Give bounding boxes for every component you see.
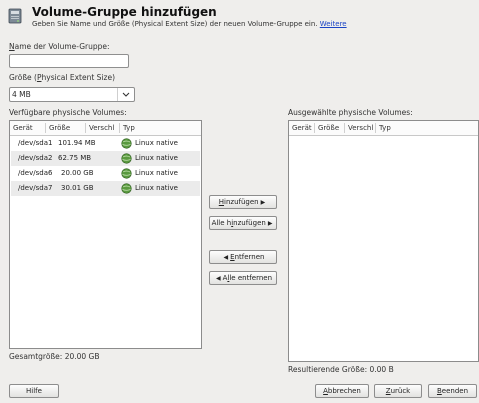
pe-size-label-rest: hysical Extent Size) [41, 73, 116, 82]
total-size-label: Gesamtgröße: 20.00 GB [9, 352, 100, 361]
pe-size-select[interactable]: 4 MB [9, 87, 135, 102]
pe-size-label-pre: Größe ( [9, 73, 37, 82]
linux-partition-icon [121, 183, 132, 194]
type-cell: Linux native [135, 139, 178, 147]
column-header-device[interactable]: Gerät [13, 124, 33, 132]
name-label: Name der Volume-Gruppe: [9, 42, 110, 51]
arrow-right-icon: ▶ [260, 198, 266, 206]
volume-group-name-input[interactable] [9, 54, 129, 68]
device-cell: /dev/sda7 [18, 184, 53, 192]
arrow-right-icon: ▶ [267, 219, 273, 227]
linux-partition-icon [121, 153, 132, 164]
type-cell: Linux native [135, 169, 178, 177]
available-table-header: Gerät Größe Verschl Typ [10, 121, 201, 136]
page-subtitle: Geben Sie Name und Größe (Physical Exten… [32, 20, 347, 28]
help-button[interactable]: Hilfe [9, 384, 59, 398]
column-header-type[interactable]: Typ [375, 123, 391, 133]
subtitle-text: Geben Sie Name und Größe (Physical Exten… [32, 20, 318, 28]
page-title: Volume-Gruppe hinzufügen [32, 5, 217, 19]
size-cell: 101.94 MB [58, 139, 96, 147]
back-button[interactable]: Zurück [374, 384, 422, 398]
column-header-type[interactable]: Typ [119, 123, 135, 133]
name-label-rest: ame der Volume-Gruppe: [14, 42, 110, 51]
column-header-size[interactable]: Größe [314, 123, 339, 133]
add-button[interactable]: Hinzufügen ▶ [209, 195, 277, 209]
type-cell: Linux native [135, 154, 178, 162]
finish-rest: eenden [441, 387, 469, 395]
back-rest: urück [390, 387, 411, 395]
column-header-size[interactable]: Größe [45, 123, 70, 133]
device-cell: /dev/sda2 [18, 154, 53, 162]
finish-button[interactable]: Beenden [428, 384, 477, 398]
type-cell: Linux native [135, 184, 178, 192]
device-cell: /dev/sda1 [18, 139, 53, 147]
device-cell: /dev/sda6 [18, 169, 53, 177]
remove-all-button[interactable]: ◀ Al le entfernen [209, 271, 277, 285]
cancel-button[interactable]: Abbrechen [315, 384, 369, 398]
available-volumes-label: Verfügbare physische Volumes: [9, 108, 127, 117]
size-cell: 62.75 MB [58, 154, 92, 162]
column-header-locked[interactable]: Verschl [85, 123, 114, 133]
arrow-left-icon: ◀ [223, 253, 229, 261]
size-cell: 30.01 GB [61, 184, 94, 192]
chevron-down-icon[interactable] [117, 88, 134, 101]
arrow-left-icon: ◀ [215, 274, 221, 282]
add-all-button[interactable]: Alle h i nzufügen ▶ [209, 216, 277, 230]
selected-volumes-label: Ausgewählte physische Volumes: [288, 108, 413, 117]
selected-volumes-table[interactable]: Gerät Größe Verschl Typ [288, 120, 479, 362]
pe-size-label: Größe (Physical Extent Size) [9, 73, 115, 82]
size-cell: 20.00 GB [61, 169, 94, 177]
linux-partition-icon [121, 168, 132, 179]
table-row[interactable]: /dev/sda6 20.00 GB Linux native [11, 166, 200, 181]
table-row[interactable]: /dev/sda2 62.75 MB Linux native [11, 151, 200, 166]
available-volumes-table[interactable]: Gerät Größe Verschl Typ /dev/sda1 101.94… [9, 120, 202, 349]
column-header-locked[interactable]: Verschl [344, 123, 373, 133]
add-all-rest: nzufügen [233, 219, 266, 227]
remove-button[interactable]: ◀ Entfernen [209, 250, 277, 264]
selected-table-header: Gerät Größe Verschl Typ [289, 121, 478, 136]
remove-all-rest: le entfernen [229, 274, 273, 282]
remove-rest: ntfernen [234, 253, 265, 261]
linux-partition-icon [121, 138, 132, 149]
pe-size-value: 4 MB [12, 90, 31, 99]
add-all-pre: Alle h [211, 219, 232, 227]
more-link[interactable]: Weitere [320, 20, 347, 28]
resulting-size-label: Resultierende Größe: 0.00 B [288, 365, 394, 374]
table-row[interactable]: /dev/sda1 101.94 MB Linux native [11, 136, 200, 151]
column-header-device[interactable]: Gerät [292, 124, 312, 132]
add-rest: inzufügen [224, 198, 259, 206]
cancel-rest: bbrechen [327, 387, 361, 395]
volume-group-icon [8, 8, 22, 24]
table-row[interactable]: /dev/sda7 30.01 GB Linux native [11, 181, 200, 196]
